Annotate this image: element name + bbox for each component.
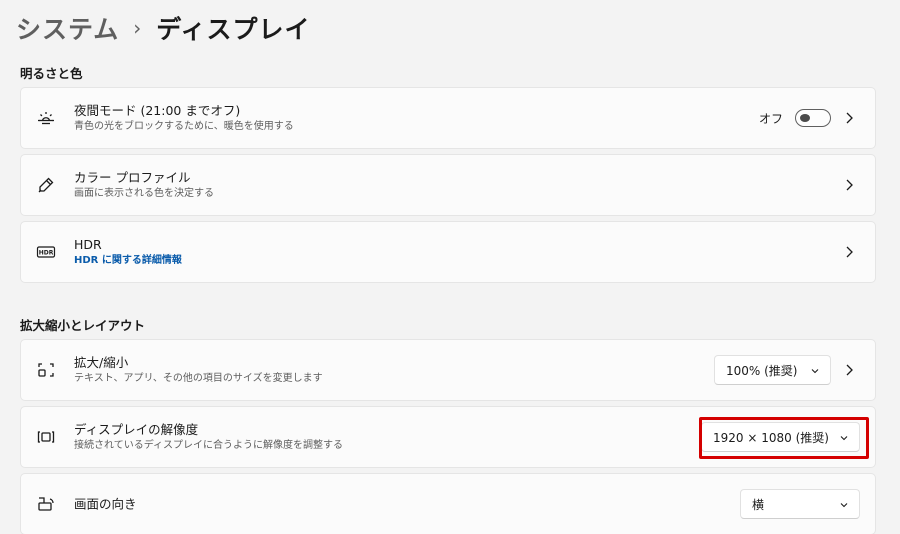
section-title-brightness: 明るさと色 — [20, 66, 83, 81]
chevron-right-icon[interactable] — [841, 244, 857, 260]
chevron-down-icon — [839, 499, 849, 509]
resolution-subtitle: 接続されているディスプレイに合うように解像度を調整する — [74, 440, 343, 451]
night-light-subtitle: 青色の光をブロックするために、暖色を使用する — [74, 121, 294, 132]
night-light-toggle-group: オフ — [759, 108, 831, 128]
color-profile-subtitle: 画面に表示される色を決定する — [74, 188, 214, 199]
night-light-title: 夜間モード (21:00 までオフ) — [74, 103, 241, 118]
orientation-title: 画面の向き — [74, 496, 137, 512]
hdr-title: HDR — [74, 237, 102, 252]
orientation-dropdown-value: 横 — [752, 497, 765, 512]
breadcrumb-system-link[interactable]: システム — [16, 10, 119, 46]
scale-icon — [35, 359, 57, 381]
scale-row[interactable]: 拡大/縮小 テキスト、アプリ、その他の項目のサイズを変更します 100% (推奨… — [20, 339, 876, 401]
svg-text:HDR: HDR — [39, 250, 54, 257]
scale-title: 拡大/縮小 — [74, 355, 129, 370]
brightness-icon — [35, 107, 57, 129]
resolution-icon — [35, 426, 57, 448]
hdr-icon: HDR — [35, 241, 57, 263]
breadcrumb-separator-icon: › — [133, 16, 143, 40]
hdr-info-link[interactable]: HDR に関する詳細情報 — [74, 253, 182, 268]
resolution-title: ディスプレイの解像度 — [74, 422, 199, 437]
orientation-row[interactable]: 画面の向き 横 — [20, 473, 876, 534]
page-title: ディスプレイ — [156, 15, 311, 44]
orientation-dropdown[interactable]: 横 — [740, 489, 860, 519]
scale-dropdown-value: 100% (推奨) — [726, 363, 798, 378]
night-light-row[interactable]: 夜間モード (21:00 までオフ) 青色の光をブロックするために、暖色を使用す… — [20, 87, 876, 149]
section-title-scale-layout: 拡大縮小とレイアウト — [20, 318, 146, 333]
chevron-right-icon[interactable] — [841, 362, 857, 378]
color-profile-title: カラー プロファイル — [74, 170, 191, 185]
scale-subtitle: テキスト、アプリ、その他の項目のサイズを変更します — [74, 373, 323, 384]
color-profile-row[interactable]: カラー プロファイル 画面に表示される色を決定する — [20, 154, 876, 216]
display-settings-page: システム › ディスプレイ 明るさと色 夜間モード (21:00 までオフ) 青… — [0, 0, 900, 534]
night-light-toggle[interactable] — [795, 109, 831, 127]
breadcrumb: システム › ディスプレイ — [16, 8, 311, 48]
hdr-row[interactable]: HDR HDR HDR に関する詳細情報 — [20, 221, 876, 283]
scale-dropdown[interactable]: 100% (推奨) — [714, 355, 831, 385]
orientation-icon — [35, 493, 57, 515]
chevron-right-icon[interactable] — [841, 177, 857, 193]
chevron-down-icon — [810, 365, 820, 375]
chevron-right-icon[interactable] — [841, 110, 857, 126]
toggle-knob — [800, 114, 810, 122]
pen-icon — [35, 174, 57, 196]
night-light-toggle-label: オフ — [758, 111, 783, 126]
resolution-highlight-box — [699, 417, 869, 459]
